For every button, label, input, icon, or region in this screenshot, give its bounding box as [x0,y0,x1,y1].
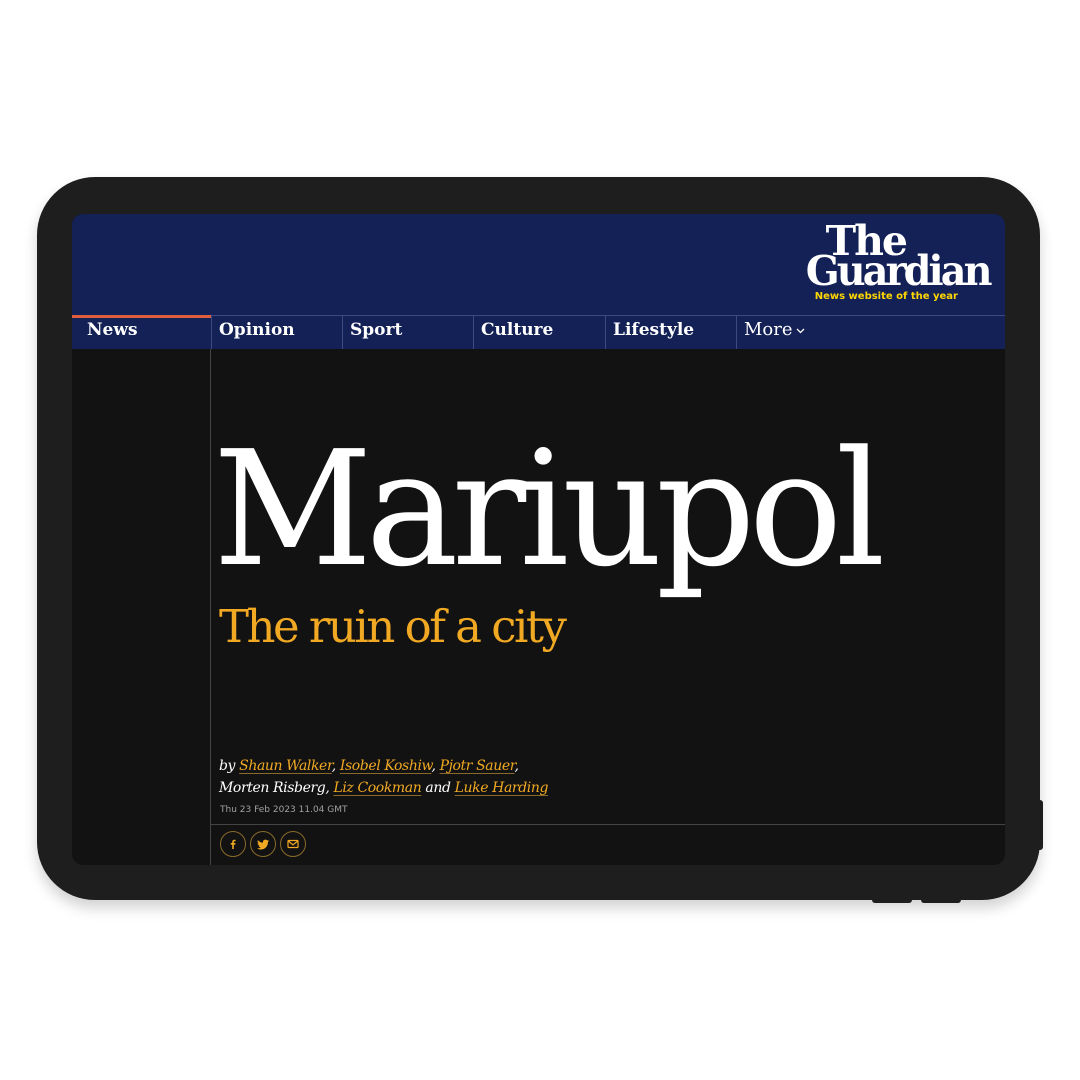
nav-more-label: More [744,319,793,340]
author-link[interactable]: Luke Harding [455,780,549,796]
email-icon [287,839,299,849]
share-facebook-button[interactable] [220,831,246,857]
tablet-volume-button [921,898,961,903]
nav-item-sport[interactable]: Sport [342,316,474,349]
nav-item-culture[interactable]: Culture [473,316,605,349]
author-link[interactable]: Pjotr Sauer [440,758,515,774]
masthead: The Guardian News website of the year [72,214,1005,315]
nav-item-opinion[interactable]: Opinion [211,316,343,349]
facebook-icon [227,838,239,850]
share-email-button[interactable] [280,831,306,857]
author-name: Morten Risberg [219,780,326,796]
logo-tagline: News website of the year [814,291,958,302]
nav-item-news[interactable]: News [72,315,211,349]
standfirst: The ruin of a city [219,600,567,653]
author-link[interactable]: Shaun Walker [239,758,332,774]
byline-conjunction: and [425,780,451,796]
logo-guardian: Guardian [806,247,993,295]
headline: Mariupol [213,417,886,602]
column-divider [210,349,211,865]
byline-prefix: by [219,758,236,774]
tablet-side-button [1038,800,1043,850]
share-twitter-button[interactable] [250,831,276,857]
meta-divider [211,824,1005,825]
twitter-icon [256,838,270,850]
tablet-volume-button [872,898,912,903]
chevron-down-icon [796,317,805,345]
nav-item-more[interactable]: More [736,316,868,349]
tablet-screen: The Guardian News website of the year Ne… [72,214,1005,865]
author-link[interactable]: Isobel Koshiw [340,758,432,774]
guardian-logo[interactable]: The Guardian News website of the year [770,218,993,308]
publish-date: Thu 23 Feb 2023 11.04 GMT [220,805,348,815]
author-link[interactable]: Liz Cookman [333,780,421,796]
byline: by Shaun Walker, Isobel Koshiw, Pjotr Sa… [219,758,549,796]
primary-nav: News Opinion Sport Culture Lifestyle Mor… [72,315,1005,349]
nav-item-lifestyle[interactable]: Lifestyle [605,316,737,349]
